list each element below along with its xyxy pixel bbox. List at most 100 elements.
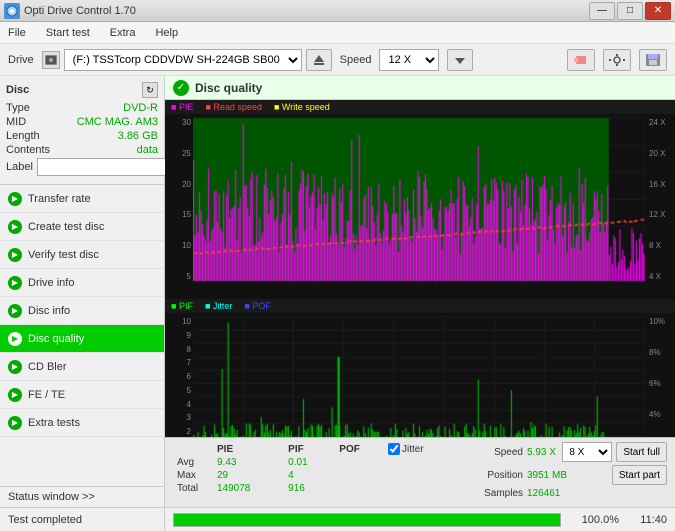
menu-help[interactable]: Help <box>151 25 182 41</box>
stats-bar: PIE PIF POF Jitter <box>165 437 675 507</box>
avg-pof <box>331 456 384 469</box>
status-text: Test completed <box>0 508 165 531</box>
max-pof <box>331 469 384 482</box>
drive-eject-button[interactable] <box>306 49 332 71</box>
pif-legend: ■ PIF <box>171 301 193 311</box>
disc-length-row: Length 3.86 GB <box>6 130 158 142</box>
max-pie: 29 <box>209 469 280 482</box>
sidebar: Disc ↻ Type DVD-R MID CMC MAG. AM3 Lengt… <box>0 76 165 507</box>
stats-pie-header: PIE <box>209 442 280 456</box>
disc-contents-label: Contents <box>6 144 50 156</box>
disc-section: Disc ↻ Type DVD-R MID CMC MAG. AM3 Lengt… <box>0 76 164 185</box>
disc-quality-title: Disc quality <box>195 81 262 95</box>
content-area: ✓ Disc quality ■ PIE ■ Read speed ■ Writ… <box>165 76 675 507</box>
disc-length-value: 3.86 GB <box>118 130 158 142</box>
disc-contents-value: data <box>137 144 158 156</box>
disc-type-label: Type <box>6 102 30 114</box>
jitter-checkbox[interactable] <box>388 443 400 455</box>
save-button[interactable] <box>639 49 667 71</box>
drive-info-label: Drive info <box>28 277 74 289</box>
drive-label: Drive <box>8 54 34 66</box>
speed-arrow-button[interactable] <box>447 49 473 71</box>
position-label: Position <box>463 470 523 481</box>
sidebar-item-verify-test-disc[interactable]: ▶ Verify test disc <box>0 241 164 269</box>
status-bar: Test completed 100.0% 11:40 <box>0 507 675 531</box>
samples-row: Samples 126461 <box>463 488 667 499</box>
eraser-button[interactable] <box>567 49 595 71</box>
disc-type-row: Type DVD-R <box>6 102 158 114</box>
sidebar-nav: ▶ Transfer rate ▶ Create test disc ▶ Ver… <box>0 185 164 486</box>
speed-label: Speed <box>463 447 523 458</box>
menu-start-test[interactable]: Start test <box>42 25 94 41</box>
lower-y-axis-left: 10 9 8 7 6 5 4 3 2 1 <box>165 313 193 437</box>
minimize-button[interactable]: — <box>589 2 615 20</box>
transfer-rate-label: Transfer rate <box>28 193 91 205</box>
sidebar-item-drive-info[interactable]: ▶ Drive info <box>0 269 164 297</box>
stats-pof-header: POF <box>331 442 384 456</box>
start-full-button[interactable]: Start full <box>616 442 667 462</box>
disc-refresh-button[interactable]: ↻ <box>142 82 158 98</box>
samples-label: Samples <box>463 488 523 499</box>
lower-chart-canvas <box>193 313 645 437</box>
upper-chart-canvas <box>193 114 645 299</box>
maximize-button[interactable]: □ <box>617 2 643 20</box>
cd-bler-icon: ▶ <box>8 360 22 374</box>
disc-info-label: Disc info <box>28 305 70 317</box>
sidebar-item-disc-info[interactable]: ▶ Disc info <box>0 297 164 325</box>
status-window-button[interactable]: Status window >> <box>0 486 164 507</box>
drive-select[interactable]: (F:) TSSTcorp CDDVDW SH-224GB SB00 <box>64 49 302 71</box>
sidebar-item-disc-quality[interactable]: ▶ Disc quality <box>0 325 164 353</box>
create-test-disc-label: Create test disc <box>28 221 104 233</box>
app-icon <box>4 3 20 19</box>
stats-right: Speed 5.93 X 8 X Start full Position 395… <box>455 438 675 507</box>
disc-header: Disc ↻ <box>6 82 158 98</box>
pie-legend: ■ PIE <box>171 102 193 112</box>
disc-label-label: Label <box>6 161 33 173</box>
stats-total-row: Total 149078 916 <box>173 482 447 495</box>
disc-label-row: Label ⚙ <box>6 158 158 176</box>
time-text: 11:40 <box>627 514 667 526</box>
sidebar-item-cd-bler[interactable]: ▶ CD Bler <box>0 353 164 381</box>
menu-extra[interactable]: Extra <box>106 25 140 41</box>
stats-max-row: Max 29 4 <box>173 469 447 482</box>
disc-contents-row: Contents data <box>6 144 158 156</box>
menu-bar: File Start test Extra Help <box>0 22 675 44</box>
speed-dropdown[interactable]: 8 X <box>562 442 612 462</box>
lower-chart: 10 9 8 7 6 5 4 3 2 1 10% 8% 6% 4% <box>165 313 675 437</box>
stats-pif-header: PIF <box>280 442 331 456</box>
menu-file[interactable]: File <box>4 25 30 41</box>
disc-type-value: DVD-R <box>123 102 158 114</box>
progress-bar-inner <box>174 514 560 526</box>
drive-icon <box>42 51 60 69</box>
title-bar-controls[interactable]: — □ ✕ <box>589 2 671 20</box>
start-part-button[interactable]: Start part <box>612 465 667 485</box>
progress-bar-outer <box>173 513 561 527</box>
sidebar-item-fe-te[interactable]: ▶ FE / TE <box>0 381 164 409</box>
total-pie: 149078 <box>209 482 280 495</box>
upper-y-axis-right: 24 X 20 X 16 X 12 X 8 X 4 X <box>645 114 675 299</box>
jitter-checkbox-label[interactable]: Jitter <box>388 443 443 455</box>
main-layout: Disc ↻ Type DVD-R MID CMC MAG. AM3 Lengt… <box>0 76 675 507</box>
verify-test-disc-label: Verify test disc <box>28 249 99 261</box>
stats-table: PIE PIF POF Jitter <box>173 442 447 495</box>
extra-tests-icon: ▶ <box>8 416 22 430</box>
close-button[interactable]: ✕ <box>645 2 671 20</box>
status-window-label: Status window >> <box>8 491 95 503</box>
disc-quality-header-icon: ✓ <box>173 80 189 96</box>
transfer-rate-icon: ▶ <box>8 192 22 206</box>
progress-text: 100.0% <box>569 514 619 526</box>
disc-label-input[interactable] <box>37 158 175 176</box>
speed-row: Speed 5.93 X 8 X Start full <box>463 442 667 462</box>
lower-legend: ■ PIF ■ Jitter ■ POF <box>165 299 675 313</box>
progress-container: 100.0% 11:40 <box>165 508 675 531</box>
settings-button[interactable] <box>603 49 631 71</box>
avg-pie: 9.43 <box>209 456 280 469</box>
max-pif: 4 <box>280 469 331 482</box>
sidebar-item-transfer-rate[interactable]: ▶ Transfer rate <box>0 185 164 213</box>
speed-select[interactable]: 12 X <box>379 49 439 71</box>
disc-quality-icon: ▶ <box>8 332 22 346</box>
disc-length-label: Length <box>6 130 40 142</box>
sidebar-item-create-test-disc[interactable]: ▶ Create test disc <box>0 213 164 241</box>
sidebar-item-extra-tests[interactable]: ▶ Extra tests <box>0 409 164 437</box>
drive-info-icon: ▶ <box>8 276 22 290</box>
